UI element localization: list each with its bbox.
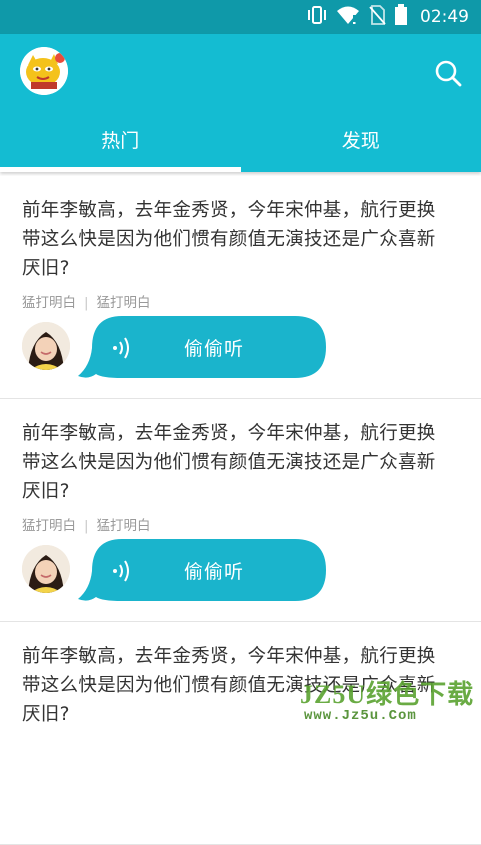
no-sim-icon bbox=[368, 5, 386, 29]
listen-label: 偷偷听 bbox=[184, 557, 244, 584]
question-title: 前年李敏高，去年金秀贤，今年宋仲基，航行更换带这么快是因为他们惯有颜值无演技还是… bbox=[22, 419, 454, 506]
listen-label: 偷偷听 bbox=[184, 334, 244, 361]
question-card[interactable]: 前年李敏高，去年金秀贤，今年宋仲基，航行更换带这么快是因为他们惯有颜值无演技还是… bbox=[0, 622, 481, 845]
user-avatar[interactable] bbox=[20, 47, 68, 95]
answerer-name: 猛打明白 bbox=[97, 295, 151, 311]
question-meta: 猛打明白 | 猛打明白 bbox=[22, 514, 151, 534]
question-card[interactable]: 前年李敏高，去年金秀贤，今年宋仲基，航行更换带这么快是因为他们惯有颜值无演技还是… bbox=[0, 399, 481, 622]
tab-hot[interactable]: 热门 bbox=[0, 118, 241, 172]
person-photo-icon bbox=[22, 322, 70, 370]
tab-discover[interactable]: 发现 bbox=[241, 118, 481, 172]
answerer-avatar[interactable] bbox=[22, 545, 70, 593]
asker-name: 猛打明白 bbox=[22, 295, 76, 311]
vibrate-icon bbox=[306, 5, 328, 29]
tab-bar: 热门 发现 bbox=[0, 118, 481, 172]
app-header: 热门 发现 bbox=[0, 34, 481, 172]
question-title: 前年李敏高，去年金秀贤，今年宋仲基，航行更换带这么快是因为他们惯有颜值无演技还是… bbox=[22, 196, 454, 283]
meta-divider: | bbox=[84, 295, 89, 311]
answerer-name: 猛打明白 bbox=[97, 518, 151, 534]
avatar-cartoon-icon bbox=[20, 47, 68, 95]
status-icons: 02:49 bbox=[306, 0, 469, 34]
sound-wave-icon bbox=[112, 559, 134, 583]
question-card[interactable]: 前年李敏高，去年金秀贤，今年宋仲基，航行更换带这么快是因为他们惯有颜值无演技还是… bbox=[0, 176, 481, 399]
person-photo-icon bbox=[22, 545, 70, 593]
battery-icon bbox=[394, 4, 408, 30]
status-bar: 02:49 bbox=[0, 0, 481, 34]
question-meta: 猛打明白 | 猛打明白 bbox=[22, 291, 151, 311]
status-time: 02:49 bbox=[420, 7, 469, 27]
question-title: 前年李敏高，去年金秀贤，今年宋仲基，航行更换带这么快是因为他们惯有颜值无演技还是… bbox=[22, 642, 454, 729]
wifi-icon bbox=[336, 5, 360, 29]
search-button[interactable] bbox=[433, 58, 463, 88]
asker-name: 猛打明白 bbox=[22, 518, 76, 534]
sound-wave-icon bbox=[112, 336, 134, 360]
meta-divider: | bbox=[84, 518, 89, 534]
question-feed: 前年李敏高，去年金秀贤，今年宋仲基，航行更换带这么快是因为他们惯有颜值无演技还是… bbox=[0, 176, 481, 845]
listen-button[interactable]: 偷偷听 bbox=[78, 316, 328, 382]
search-icon bbox=[433, 58, 463, 88]
answerer-avatar[interactable] bbox=[22, 322, 70, 370]
listen-button[interactable]: 偷偷听 bbox=[78, 539, 328, 605]
